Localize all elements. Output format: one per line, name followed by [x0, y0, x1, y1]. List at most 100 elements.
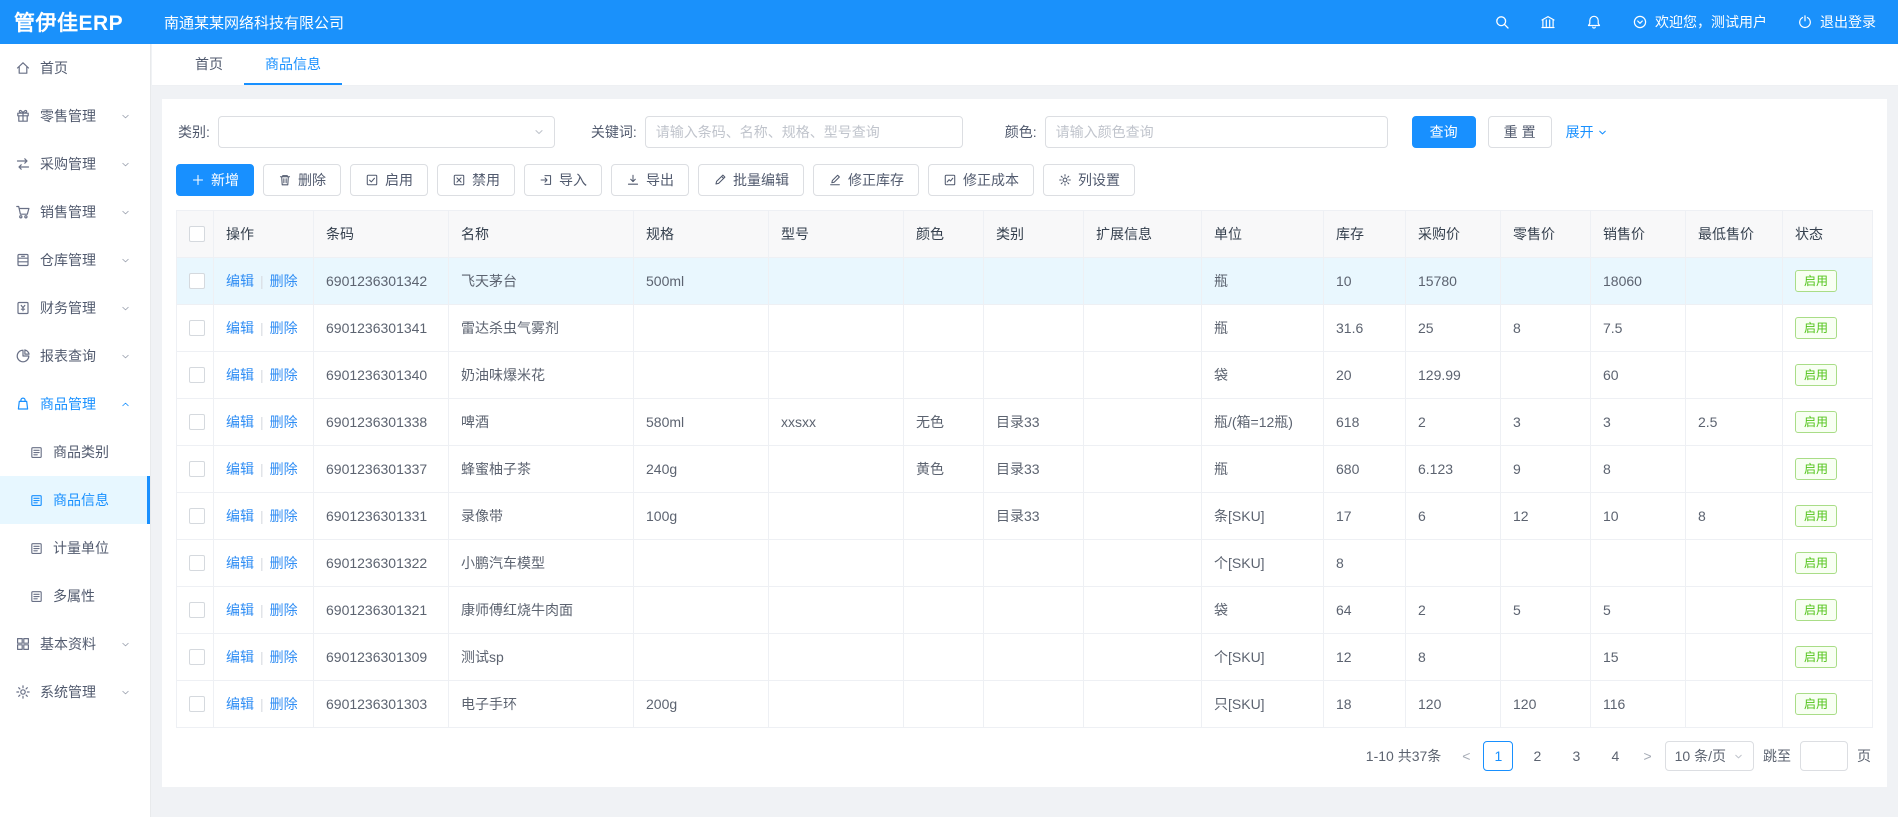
row-checkbox[interactable] — [189, 320, 205, 336]
edit-link[interactable]: 编辑 — [226, 320, 254, 336]
logout-icon — [1797, 14, 1813, 30]
edit-link[interactable]: 编辑 — [226, 414, 254, 430]
pagination-total: 1-10 共37条 — [1366, 746, 1441, 766]
row-checkbox[interactable] — [189, 649, 205, 665]
cell-spec: 240g — [634, 446, 769, 493]
button-label: 禁用 — [472, 170, 500, 190]
reset-button[interactable]: 重置 — [1488, 116, 1552, 148]
cell-unit: 袋 — [1202, 352, 1324, 399]
jump-suffix: 页 — [1857, 746, 1871, 766]
edit-link[interactable]: 编辑 — [226, 602, 254, 618]
search-button[interactable]: 查询 — [1412, 116, 1476, 148]
page-button[interactable]: 1 — [1483, 741, 1513, 771]
row-checkbox[interactable] — [189, 602, 205, 618]
batch-edit-button[interactable]: 批量编辑 — [698, 164, 804, 196]
disable-button[interactable]: 禁用 — [437, 164, 515, 196]
delete-link[interactable]: 删除 — [270, 649, 298, 665]
delete-link[interactable]: 删除 — [270, 320, 298, 336]
status-cell: 启用 — [1783, 446, 1873, 493]
delete-link[interactable]: 删除 — [270, 696, 298, 712]
chevron-down-icon — [120, 687, 131, 698]
row-checkbox[interactable] — [189, 414, 205, 430]
page-button[interactable]: 2 — [1522, 741, 1552, 771]
expand-toggle[interactable]: 展开 — [1566, 122, 1608, 142]
edit-link[interactable]: 编辑 — [226, 367, 254, 383]
bell-icon[interactable] — [1586, 14, 1602, 30]
row-checkbox[interactable] — [189, 555, 205, 571]
edit-link[interactable]: 编辑 — [226, 273, 254, 289]
enable-button[interactable]: 启用 — [350, 164, 428, 196]
sidebar-subitem-product-info[interactable]: 商品信息 — [0, 476, 150, 524]
row-checkbox[interactable] — [189, 461, 205, 477]
cell-min-price: 8 — [1686, 493, 1783, 540]
cell-purchase: 8 — [1406, 634, 1501, 681]
page-button[interactable]: 3 — [1561, 741, 1591, 771]
edit-link[interactable]: 编辑 — [226, 649, 254, 665]
jump-input[interactable] — [1800, 741, 1848, 771]
sidebar-item-retail[interactable]: 零售管理 — [0, 92, 150, 140]
delete-link[interactable]: 删除 — [270, 273, 298, 289]
sidebar-item-warehouse[interactable]: 仓库管理 — [0, 236, 150, 284]
logout-button[interactable]: 退出登录 — [1797, 12, 1876, 32]
cell-purchase: 120 — [1406, 681, 1501, 728]
page-button[interactable]: 4 — [1600, 741, 1630, 771]
edit-link[interactable]: 编辑 — [226, 555, 254, 571]
page-size-select[interactable]: 10 条/页 — [1665, 741, 1754, 771]
edit-link[interactable]: 编辑 — [226, 461, 254, 477]
button-label: 导入 — [559, 170, 587, 190]
delete-link[interactable]: 删除 — [270, 461, 298, 477]
color-input[interactable] — [1045, 116, 1388, 148]
sidebar-item-basic-data[interactable]: 基本资料 — [0, 620, 150, 668]
prev-page-icon[interactable]: < — [1458, 748, 1474, 764]
sidebar-subitem-multi-attr[interactable]: 多属性 — [0, 572, 150, 620]
delete-link[interactable]: 删除 — [270, 367, 298, 383]
edit-link[interactable]: 编辑 — [226, 508, 254, 524]
sidebar-item-sales[interactable]: 销售管理 — [0, 188, 150, 236]
link-separator: | — [260, 461, 264, 477]
column-header: 颜色 — [904, 211, 984, 258]
sidebar-subitem-label: 商品信息 — [53, 490, 109, 510]
export-button[interactable]: 导出 — [611, 164, 689, 196]
status-cell: 启用 — [1783, 305, 1873, 352]
cell-name: 康师傅红烧牛肉面 — [449, 587, 634, 634]
row-checkbox[interactable] — [189, 273, 205, 289]
sidebar-item-products[interactable]: 商品管理 — [0, 380, 150, 428]
keyword-input[interactable] — [645, 116, 963, 148]
tab-product-info[interactable]: 商品信息 — [244, 44, 342, 85]
sidebar-subitem-product-category[interactable]: 商品类别 — [0, 428, 150, 476]
cell-model — [769, 493, 904, 540]
cell-name: 测试sp — [449, 634, 634, 681]
user-welcome[interactable]: 欢迎您，测试用户 — [1632, 12, 1767, 32]
table-row: 编辑|删除6901236301303电子手环200g只[SKU]18120120… — [177, 681, 1873, 728]
sidebar-item-reports[interactable]: 报表查询 — [0, 332, 150, 380]
row-checkbox[interactable] — [189, 696, 205, 712]
next-page-icon[interactable]: > — [1639, 748, 1655, 764]
link-separator: | — [260, 696, 264, 712]
delete-link[interactable]: 删除 — [270, 602, 298, 618]
fix-cost-button[interactable]: 修正成本 — [928, 164, 1034, 196]
sidebar-item-home[interactable]: 首页 — [0, 44, 150, 92]
row-checkbox[interactable] — [189, 367, 205, 383]
search-icon[interactable] — [1494, 14, 1510, 30]
row-checkbox[interactable] — [189, 508, 205, 524]
bank-icon[interactable] — [1540, 14, 1556, 30]
add-button[interactable]: 新增 — [176, 164, 254, 196]
delete-link[interactable]: 删除 — [270, 555, 298, 571]
import-button[interactable]: 导入 — [524, 164, 602, 196]
cell-model — [769, 681, 904, 728]
delete-link[interactable]: 删除 — [270, 508, 298, 524]
sidebar-item-finance[interactable]: 财务管理 — [0, 284, 150, 332]
edit-link[interactable]: 编辑 — [226, 696, 254, 712]
tab-home[interactable]: 首页 — [174, 44, 244, 85]
fix-stock-button[interactable]: 修正库存 — [813, 164, 919, 196]
cell-model — [769, 634, 904, 681]
delete-button[interactable]: 删除 — [263, 164, 341, 196]
sidebar-subitem-measure-unit[interactable]: 计量单位 — [0, 524, 150, 572]
sidebar-item-purchase[interactable]: 采购管理 — [0, 140, 150, 188]
column-settings-button[interactable]: 列设置 — [1043, 164, 1135, 196]
delete-link[interactable]: 删除 — [270, 414, 298, 430]
table-row: 编辑|删除6901236301342飞天茅台500ml瓶101578018060… — [177, 258, 1873, 305]
category-select[interactable] — [218, 116, 555, 148]
sidebar-item-system[interactable]: 系统管理 — [0, 668, 150, 716]
select-all-checkbox[interactable] — [189, 226, 205, 242]
